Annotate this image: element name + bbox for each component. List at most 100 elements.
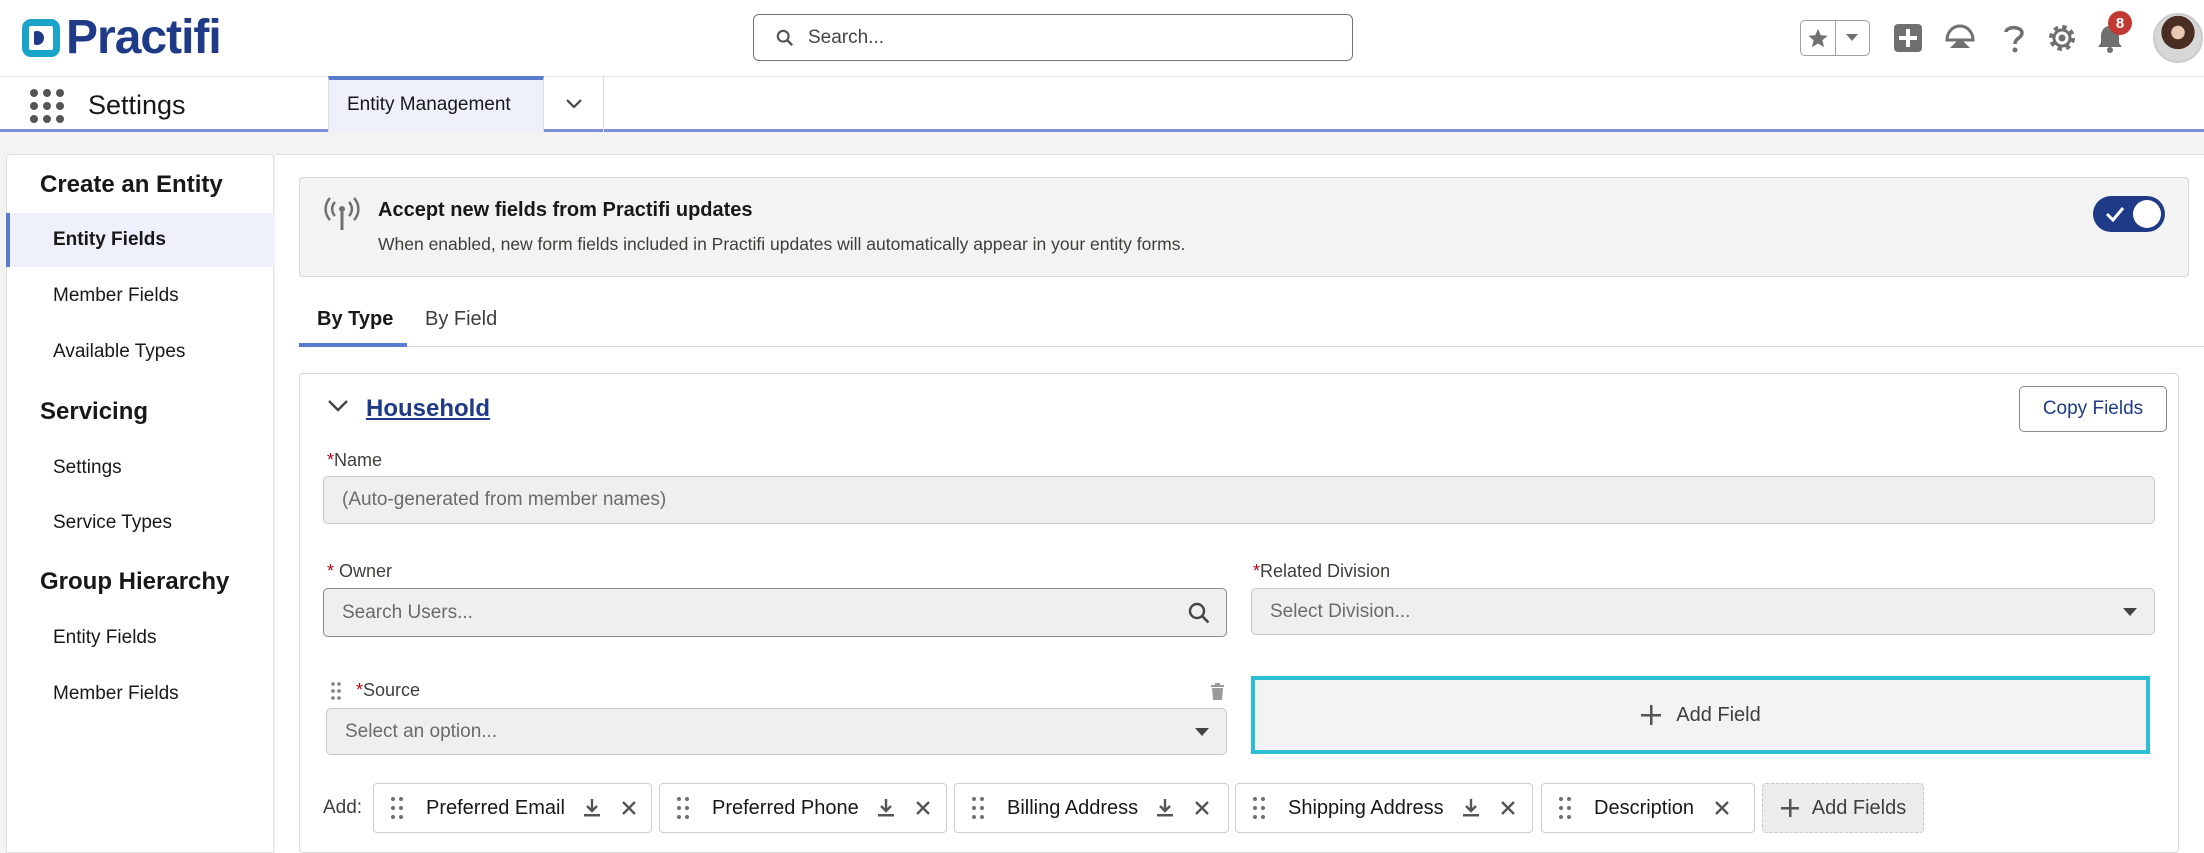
insert-field-icon[interactable] xyxy=(1156,798,1174,818)
remove-chip-icon[interactable] xyxy=(915,800,931,816)
drag-handle-icon[interactable] xyxy=(676,796,690,820)
add-field-button[interactable]: Add Field xyxy=(1251,676,2150,754)
owner-search-field[interactable]: Search Users... xyxy=(323,588,1227,637)
logo-text: Practifi xyxy=(66,11,222,64)
chip-preferred-email[interactable]: Preferred Email xyxy=(373,783,652,833)
plus-icon xyxy=(1641,705,1662,725)
chip-shipping-address[interactable]: Shipping Address xyxy=(1235,783,1533,833)
copy-fields-button[interactable]: Copy Fields xyxy=(2019,386,2167,432)
chip-label: Billing Address xyxy=(1007,796,1139,819)
drag-handle-icon[interactable] xyxy=(1558,796,1572,820)
chip-billing-address[interactable]: Billing Address xyxy=(954,783,1229,833)
search-icon xyxy=(1188,602,1210,624)
banner-description: When enabled, new form fields included i… xyxy=(378,234,1186,254)
search-input[interactable] xyxy=(808,26,1328,49)
add-field-label: Add Field xyxy=(1676,703,1761,726)
name-label-text: Name xyxy=(334,450,383,470)
source-field-label: *Source xyxy=(356,680,420,701)
drag-handle-icon[interactable] xyxy=(1252,796,1266,820)
insert-field-icon[interactable] xyxy=(1462,798,1480,818)
sidebar-item-available-types[interactable]: Available Types xyxy=(53,341,185,363)
required-marker: * xyxy=(356,680,364,700)
remove-chip-icon[interactable] xyxy=(1500,800,1516,816)
favorites-list-button[interactable] xyxy=(1836,21,1870,55)
drag-handle-icon[interactable] xyxy=(330,681,342,706)
related-division-select[interactable]: Select Division... xyxy=(1251,588,2155,635)
sidebar-item-entity-fields[interactable]: Entity Fields xyxy=(53,229,166,251)
logo-mark-icon xyxy=(22,19,60,57)
add-fields-label: Add Fields xyxy=(1811,796,1907,819)
chevron-down-icon xyxy=(1846,34,1859,41)
required-marker: * xyxy=(1253,561,1261,581)
chip-label: Preferred Email xyxy=(426,796,565,819)
check-icon xyxy=(2105,207,2125,222)
add-icon xyxy=(1894,24,1922,52)
sidebar-section-group-hierarchy: Group Hierarchy xyxy=(40,568,230,595)
insert-field-icon[interactable] xyxy=(877,798,895,818)
delete-field-button[interactable] xyxy=(1210,683,1225,705)
name-field-label: *Name xyxy=(327,450,382,471)
sidebar-item-settings[interactable]: Settings xyxy=(53,457,122,479)
banner-title: Accept new fields from Practifi updates xyxy=(378,199,753,221)
trailhead-button[interactable] xyxy=(1944,22,1976,54)
chip-label: Description xyxy=(1594,796,1695,819)
gear-icon xyxy=(2049,25,2075,51)
chevron-down-icon xyxy=(565,99,582,109)
remove-chip-icon[interactable] xyxy=(1194,800,1210,816)
practifi-logo[interactable]: Practifi xyxy=(22,11,222,64)
source-label-text: Source xyxy=(363,680,421,700)
user-avatar[interactable] xyxy=(2153,13,2203,63)
related-division-label: *Related Division xyxy=(1253,561,1390,582)
owner-label-text: Owner xyxy=(339,561,393,581)
add-fields-button[interactable]: Add Fields xyxy=(1762,783,1924,833)
plus-icon xyxy=(1780,799,1799,817)
owner-field-label: * Owner xyxy=(327,561,392,582)
global-search[interactable] xyxy=(753,14,1353,61)
insert-field-icon[interactable] xyxy=(583,798,601,818)
chevron-down-icon xyxy=(328,400,348,412)
required-marker: * xyxy=(327,450,335,470)
tab-by-type[interactable]: By Type xyxy=(317,308,393,331)
source-select[interactable]: Select an option... xyxy=(326,708,1227,755)
source-placeholder: Select an option... xyxy=(345,720,498,742)
owner-placeholder: Search Users... xyxy=(342,601,473,623)
star-icon xyxy=(1808,28,1828,48)
chip-description[interactable]: Description xyxy=(1541,783,1755,833)
broadcast-icon xyxy=(324,196,360,237)
chevron-down-icon xyxy=(1195,728,1209,736)
tab-entity-management[interactable]: Entity Management xyxy=(328,76,544,132)
remove-chip-icon[interactable] xyxy=(621,800,637,816)
division-placeholder: Select Division... xyxy=(1270,600,1411,622)
tab-by-field[interactable]: By Field xyxy=(425,308,497,331)
chevron-down-icon xyxy=(2123,608,2137,616)
chip-label: Preferred Phone xyxy=(712,796,859,819)
trash-icon xyxy=(1211,683,1224,700)
favorites-group xyxy=(1800,20,1870,56)
setup-button[interactable] xyxy=(2046,22,2078,54)
help-button[interactable] xyxy=(1998,22,2030,54)
global-actions-button[interactable] xyxy=(1892,22,1924,54)
sidebar-item-service-types[interactable]: Service Types xyxy=(53,512,172,534)
sidebar-item-group-entity-fields[interactable]: Entity Fields xyxy=(53,627,156,649)
app-launcher-icon[interactable] xyxy=(30,89,64,123)
collapse-button[interactable] xyxy=(327,399,349,418)
sidebar-item-member-fields[interactable]: Member Fields xyxy=(53,285,179,307)
chip-label: Shipping Address xyxy=(1288,796,1444,819)
help-icon xyxy=(2004,25,2024,53)
search-icon xyxy=(776,29,794,46)
sidebar-section-servicing: Servicing xyxy=(40,398,149,425)
favorites-button[interactable] xyxy=(1801,21,1836,55)
add-label: Add: xyxy=(323,797,363,818)
remove-chip-icon[interactable] xyxy=(1714,800,1730,816)
trailhead-icon xyxy=(1945,24,1975,48)
name-field: (Auto-generated from member names) xyxy=(323,476,2155,524)
drag-handle-icon[interactable] xyxy=(971,796,985,820)
chip-preferred-phone[interactable]: Preferred Phone xyxy=(659,783,947,833)
household-title-link[interactable]: Household xyxy=(366,395,490,423)
notification-badge: 8 xyxy=(2108,11,2132,35)
drag-handle-icon[interactable] xyxy=(390,796,404,820)
accept-updates-toggle[interactable] xyxy=(2093,196,2165,232)
sidebar-item-group-member-fields[interactable]: Member Fields xyxy=(53,683,179,705)
tab-menu-button[interactable] xyxy=(544,76,604,132)
name-placeholder: (Auto-generated from member names) xyxy=(342,489,667,510)
